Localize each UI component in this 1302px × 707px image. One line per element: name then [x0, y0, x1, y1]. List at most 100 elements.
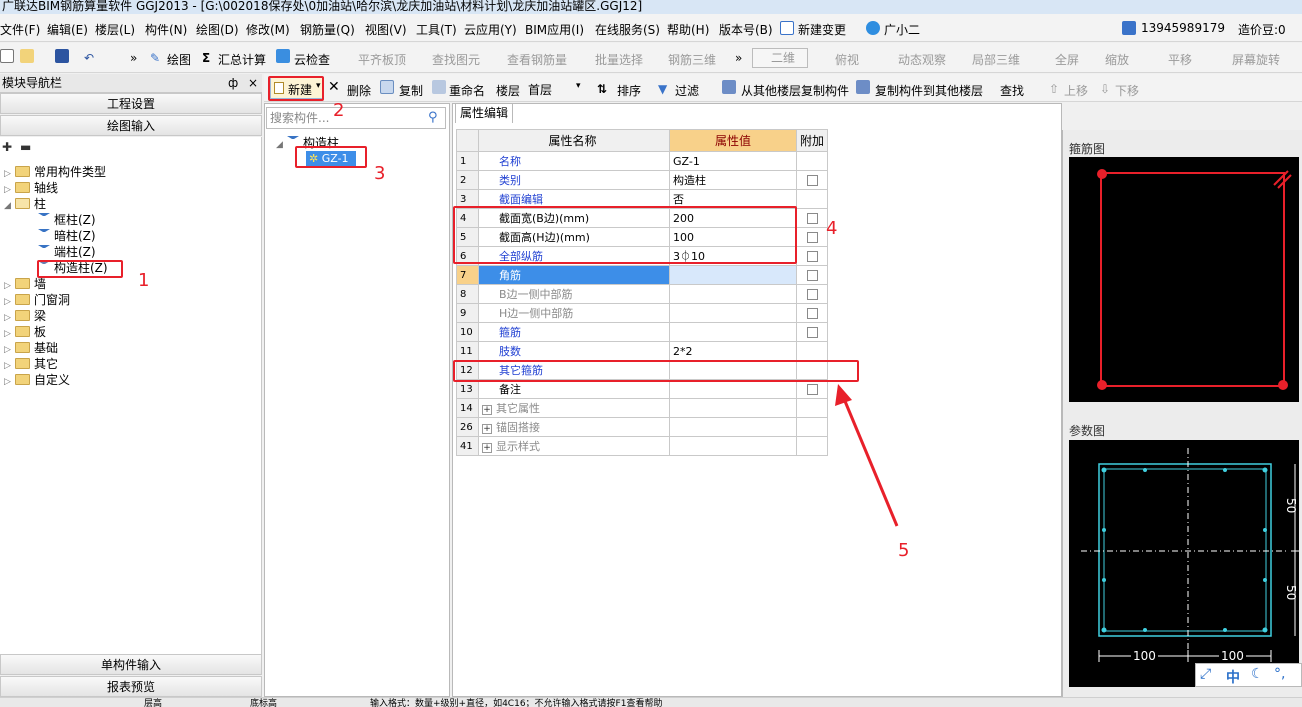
table-row[interactable]: 14 + 其它属性 — [456, 398, 829, 418]
collapse-arrow-icon[interactable]: ◢ — [276, 137, 284, 153]
tree-item-common[interactable]: ▷ 常用构件类型 — [4, 164, 106, 180]
move-up-button[interactable]: 上移 — [1064, 82, 1088, 99]
tree-item-column[interactable]: ◢ 柱 — [4, 196, 46, 212]
menu-edit[interactable]: 编辑(E) — [47, 21, 88, 38]
table-row[interactable]: 1 名称 GZ-1 — [456, 151, 829, 171]
row-value[interactable] — [669, 322, 797, 342]
open-folder-icon[interactable] — [20, 49, 34, 63]
toolbar-more2-icon[interactable]: » — [735, 51, 742, 65]
tree-item-slab[interactable]: ▷ 板 — [4, 324, 46, 340]
menu-version[interactable]: 版本号(B) — [719, 21, 773, 38]
rebar-3d-button[interactable]: 钢筋三维 — [668, 51, 716, 68]
menu-bim[interactable]: BIM应用(I) — [525, 21, 584, 38]
collapse-all-icon[interactable]: ▬ — [20, 139, 31, 155]
collapse-arrow-icon[interactable]: ◢ — [4, 198, 12, 214]
find-button[interactable]: 查找 — [1000, 82, 1024, 99]
batch-select-button[interactable]: 批量选择 — [595, 51, 643, 68]
table-row[interactable]: 13 备注 — [456, 379, 829, 399]
tab-property-edit[interactable]: 属性编辑 — [455, 103, 513, 123]
search-icon[interactable]: ⚲ — [428, 110, 438, 125]
tree-item-beam[interactable]: ▷ 梁 — [4, 308, 46, 324]
cloud-check-button[interactable]: 云检查 — [294, 51, 330, 68]
add-checkbox[interactable] — [806, 270, 818, 281]
menu-component[interactable]: 构件(N) — [145, 21, 187, 38]
undo-icon[interactable]: ↶ — [84, 51, 94, 65]
local-3d-button[interactable]: 局部三维 — [972, 51, 1020, 68]
floor-select[interactable]: 首层 ▾ — [524, 78, 588, 98]
menu-modify[interactable]: 修改(M) — [246, 21, 290, 38]
add-checkbox[interactable] — [806, 308, 818, 319]
menu-file[interactable]: 文件(F) — [0, 21, 40, 38]
row-value[interactable]: GZ-1 — [669, 151, 797, 171]
row-value[interactable] — [669, 379, 797, 399]
move-down-button[interactable]: 下移 — [1115, 82, 1139, 99]
tree-item-frame-column[interactable]: 框柱(Z) — [38, 212, 96, 228]
menu-draw[interactable]: 绘图(D) — [196, 21, 239, 38]
tree-item-hidden-column[interactable]: 暗柱(Z) — [38, 228, 96, 244]
user-phone[interactable]: 13945989179 — [1141, 21, 1225, 35]
expand-plus-icon[interactable]: + — [482, 443, 492, 453]
add-checkbox[interactable] — [806, 175, 818, 186]
add-checkbox[interactable] — [806, 384, 818, 395]
add-checkbox[interactable] — [806, 289, 818, 300]
find-element-button[interactable]: 查找图元 — [432, 51, 480, 68]
filter-button[interactable]: 过滤 — [675, 82, 699, 99]
expand-plus-icon[interactable]: + — [482, 405, 492, 415]
expand-all-icon[interactable]: ✚ — [2, 139, 12, 155]
new-file-icon[interactable] — [0, 49, 14, 63]
expand-plus-icon[interactable]: + — [482, 424, 492, 434]
sort-button[interactable]: 排序 — [617, 82, 641, 99]
fullscreen-button[interactable]: 全屏 — [1055, 51, 1079, 68]
table-row[interactable]: 11 肢数 2*2 — [456, 341, 829, 361]
tree-item-opening[interactable]: ▷ 门窗洞 — [4, 292, 70, 308]
tree-item-other[interactable]: ▷ 其它 — [4, 356, 58, 372]
menu-floor[interactable]: 楼层(L) — [95, 21, 135, 38]
menu-assistant[interactable]: 广小二 — [884, 21, 920, 38]
tree-item-end-column[interactable]: 端柱(Z) — [38, 244, 96, 260]
engineering-settings-button[interactable]: 工程设置 — [0, 93, 262, 114]
expand-arrow-icon[interactable]: ▷ — [4, 374, 12, 390]
rotate-screen-button[interactable]: 屏幕旋转 — [1232, 51, 1280, 68]
copy-from-floor-button[interactable]: 从其他楼层复制构件 — [741, 82, 849, 99]
copy-button[interactable]: 复制 — [399, 82, 423, 99]
table-row[interactable]: 2 类别 构造柱 — [456, 170, 829, 190]
table-row[interactable]: 10 箍筋 — [456, 322, 829, 342]
zoom-button[interactable]: 缩放 — [1105, 51, 1129, 68]
row-value[interactable] — [669, 265, 797, 285]
add-checkbox[interactable] — [806, 232, 818, 243]
copy-to-floor-button[interactable]: 复制构件到其他楼层 — [875, 82, 983, 99]
toolbar-more-icon[interactable]: » — [130, 51, 137, 65]
table-row-selected[interactable]: 7 角筋 — [456, 265, 829, 285]
table-row[interactable]: 41 + 显示样式 — [456, 436, 829, 456]
report-preview-button[interactable]: 报表预览 — [0, 676, 262, 697]
menu-view[interactable]: 视图(V) — [365, 21, 407, 38]
component-search-input[interactable]: 搜索构件... — [266, 107, 446, 129]
draw-button[interactable]: 绘图 — [167, 51, 191, 68]
ime-moon-icon[interactable]: ☾ — [1251, 666, 1264, 682]
menu-tools[interactable]: 工具(T) — [416, 21, 457, 38]
pan-button[interactable]: 平移 — [1168, 51, 1192, 68]
row-value[interactable] — [669, 303, 797, 323]
tree-item-axis[interactable]: ▷ 轴线 — [4, 180, 58, 196]
drawing-input-button[interactable]: 绘图输入 — [0, 115, 262, 136]
top-view-button[interactable]: 俯视 — [835, 51, 859, 68]
row-value[interactable]: 构造柱 — [669, 170, 797, 190]
table-row[interactable]: 9 H边一侧中部筋 — [456, 303, 829, 323]
table-row[interactable]: 8 B边一侧中部筋 — [456, 284, 829, 304]
menu-rebar[interactable]: 钢筋量(Q) — [300, 21, 355, 38]
add-checkbox[interactable] — [806, 327, 818, 338]
summary-calc-button[interactable]: 汇总计算 — [218, 51, 266, 68]
tree-item-wall[interactable]: ▷ 墙 — [4, 276, 46, 292]
tree-item-foundation[interactable]: ▷ 基础 — [4, 340, 58, 356]
row-value[interactable] — [669, 284, 797, 304]
orbit-button[interactable]: 动态观察 — [898, 51, 946, 68]
add-checkbox[interactable] — [806, 251, 818, 262]
menu-help[interactable]: 帮助(H) — [667, 21, 709, 38]
menu-new-change[interactable]: 新建变更 — [798, 21, 846, 38]
save-icon[interactable] — [55, 49, 69, 63]
ime-lang-button[interactable]: 中 — [1226, 667, 1240, 687]
view-2d-dropdown[interactable]: 二维 — [752, 48, 808, 68]
add-checkbox[interactable] — [806, 213, 818, 224]
menu-cloud[interactable]: 云应用(Y) — [464, 21, 517, 38]
close-icon[interactable]: × — [248, 74, 258, 92]
